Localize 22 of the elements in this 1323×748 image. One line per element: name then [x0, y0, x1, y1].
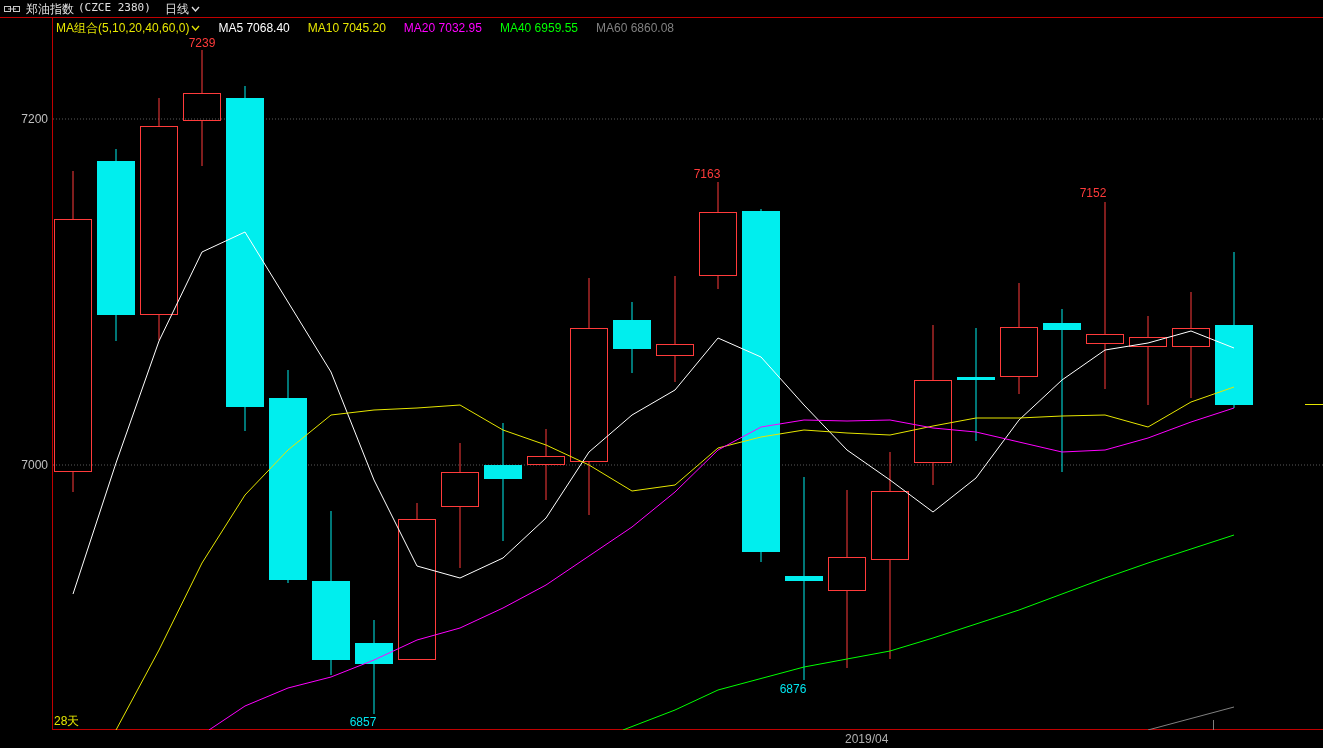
- ma-legend-item: MA60 6860.08: [596, 20, 675, 37]
- price-extreme-label: 7239: [188, 36, 216, 50]
- instrument-name: 郑油指数: [26, 0, 74, 18]
- link-icon[interactable]: [4, 4, 20, 13]
- price-extreme-label: 6857: [349, 715, 377, 729]
- chevron-down-icon: [191, 25, 201, 31]
- ma-legend-item: MA20 7032.95: [403, 20, 482, 37]
- price-extreme-label: 6876: [779, 682, 807, 696]
- chevron-down-icon: [190, 5, 200, 12]
- ma-legend-item: MA5 7068.40: [218, 20, 290, 37]
- price-axis-label: 7000: [21, 458, 48, 472]
- date-axis-label: 2019/04: [845, 731, 889, 748]
- price-extreme-label: 7152: [1079, 186, 1107, 200]
- moving-average-marker: [1304, 404, 1323, 405]
- price-axis-label: 7200: [21, 112, 48, 126]
- period-dropdown[interactable]: 日线: [164, 0, 200, 18]
- ma-group-dropdown[interactable]: MA组合(5,10,20,40,60,0): [56, 19, 201, 37]
- bar-count-label: 28天: [54, 714, 80, 728]
- instrument-code: (CZCE 2380): [78, 0, 151, 17]
- ma-legend-item: MA10 7045.20: [307, 20, 386, 37]
- price-extreme-label: 7163: [693, 167, 721, 181]
- ma-legend-item: MA40 6959.55: [499, 20, 578, 37]
